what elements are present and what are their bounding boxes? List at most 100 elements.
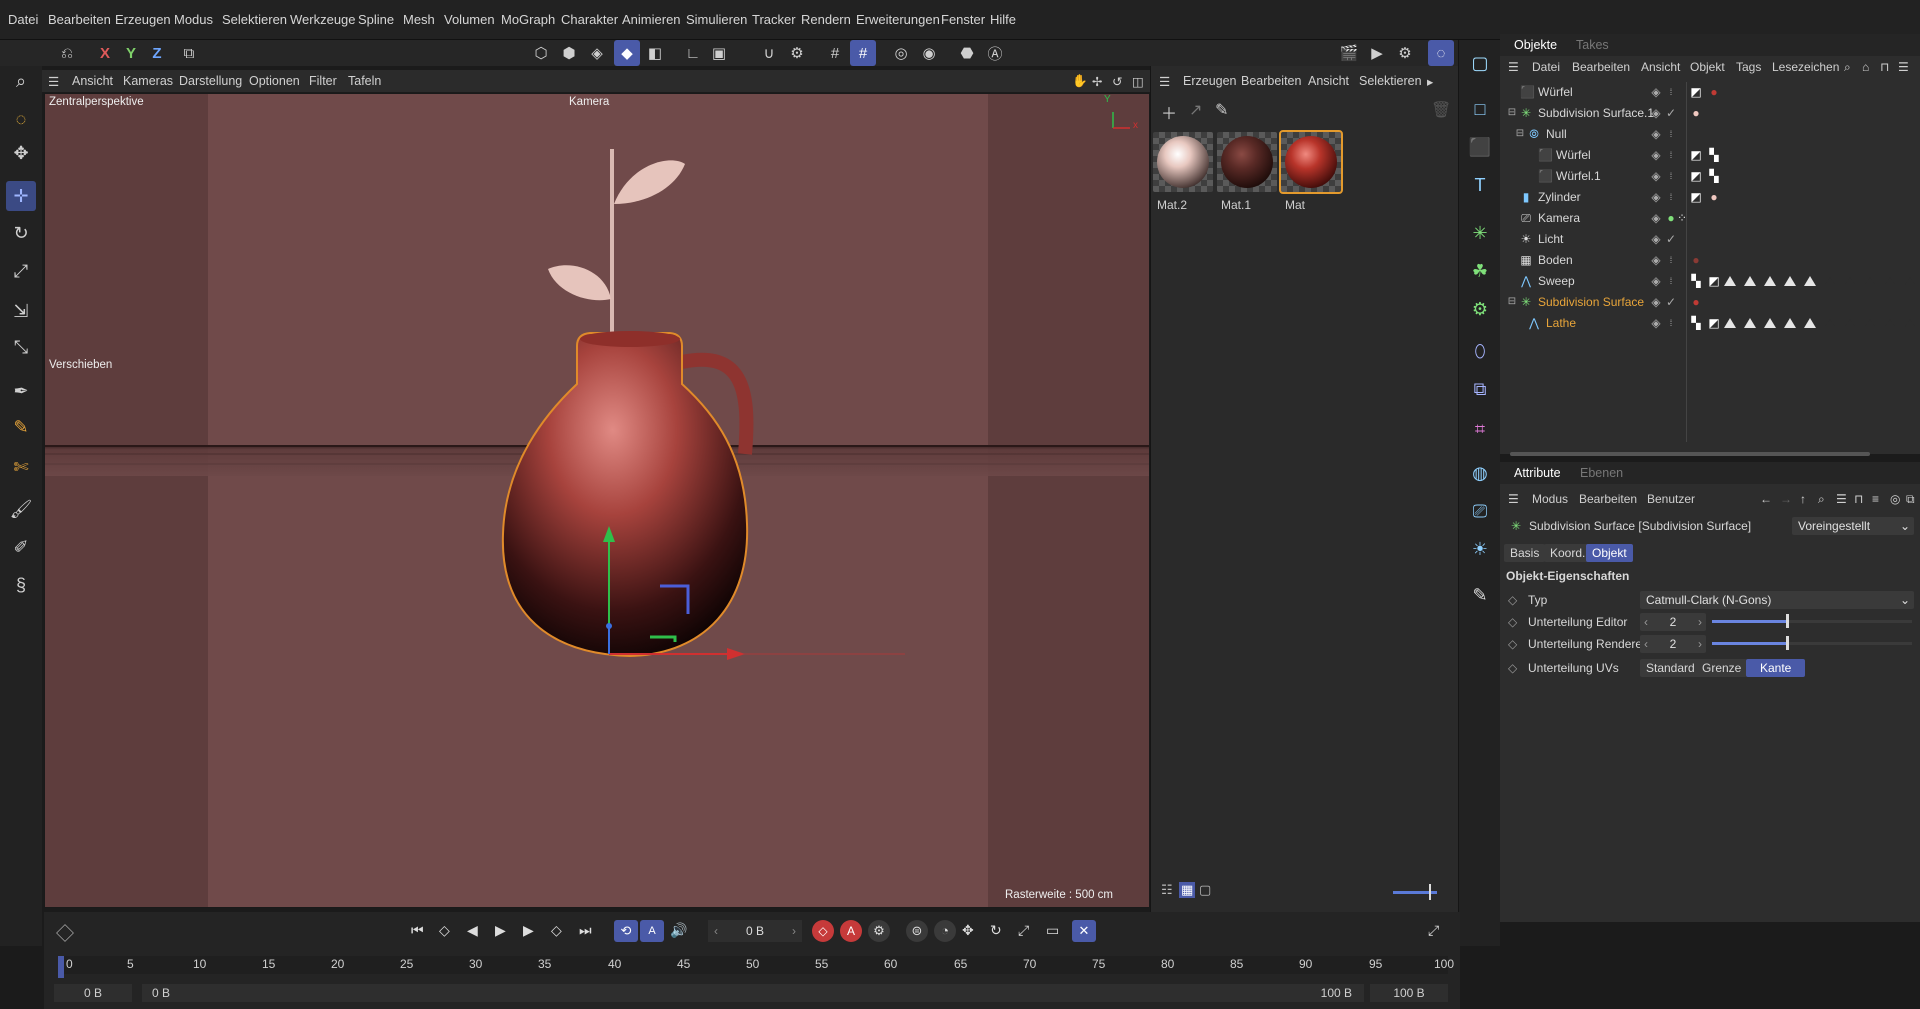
uvw-tag-icon[interactable]: ◩ xyxy=(1690,191,1702,203)
viewport-menu-tafeln[interactable]: Tafeln xyxy=(348,74,381,88)
menu-rendern[interactable]: Rendern xyxy=(801,12,851,27)
texture-tag-icon[interactable]: ▚ xyxy=(1708,170,1720,182)
uv-option-standard[interactable]: Standard xyxy=(1640,659,1701,677)
lock-icon[interactable]: ⊓ xyxy=(1854,492,1863,506)
chevron-right-icon[interactable]: › xyxy=(792,920,796,942)
previous-frame-icon[interactable]: ◀ xyxy=(467,922,478,939)
symmetry-icon[interactable]: Ⓐ xyxy=(982,40,1008,66)
search-icon[interactable]: ⌕ xyxy=(1844,60,1851,75)
layer-icon[interactable]: ◈ xyxy=(1650,254,1662,266)
menu-mesh[interactable]: Mesh xyxy=(403,12,435,27)
play-icon[interactable]: ▶ xyxy=(495,922,506,939)
go-to-end-icon[interactable]: ⏭ xyxy=(579,922,592,939)
visibility-dots-icon[interactable]: ⁞ xyxy=(1665,86,1677,98)
object-row[interactable]: ⋀ Sweep ◈ ⁞ ▚ ◩ xyxy=(1500,271,1920,292)
add-material-icon[interactable]: ＋ xyxy=(1161,100,1177,124)
material-swatch[interactable] xyxy=(1153,132,1213,192)
lock-icon[interactable]: ⊓ xyxy=(1880,60,1889,74)
object-row[interactable]: ⬛ Würfel ◈ ⁞ ◩ ● xyxy=(1500,82,1920,103)
axis-mode-icon[interactable]: ∟ xyxy=(680,40,706,66)
timeline-window-icon[interactable]: ⤢ xyxy=(1428,922,1439,939)
visibility-dots-icon[interactable]: ⁞ xyxy=(1665,275,1677,287)
viewport-menu-kameras[interactable]: Kameras xyxy=(123,74,173,88)
cloner-icon[interactable]: ☘ xyxy=(1465,256,1495,286)
viewport-menu-optionen[interactable]: Optionen xyxy=(249,74,300,88)
menu-simulieren[interactable]: Simulieren xyxy=(686,12,747,27)
texture-tag-icon[interactable]: ▚ xyxy=(1690,275,1702,287)
menu-volumen[interactable]: Volumen xyxy=(444,12,495,27)
record-icon[interactable]: ◇ xyxy=(812,920,834,942)
render-view-icon[interactable]: 🎬 xyxy=(1336,40,1362,66)
range-start-field[interactable]: 0 B xyxy=(54,984,132,1002)
texture-mode-icon[interactable]: ▣ xyxy=(706,40,732,66)
field-icon[interactable]: ⌗ xyxy=(1465,414,1495,444)
phong-tag-icon[interactable] xyxy=(1904,276,1916,286)
previous-key-icon[interactable]: ◇ xyxy=(439,922,450,939)
attribute-menu-benutzer[interactable]: Benutzer xyxy=(1647,492,1695,506)
magnet-icon[interactable]: ∪ xyxy=(756,40,782,66)
point-level-animation-icon[interactable]: ✕ xyxy=(1072,920,1096,942)
tab-objekte[interactable]: Objekte xyxy=(1514,38,1557,52)
object-row[interactable]: ⎚ Kamera ◈ ● ⁘ xyxy=(1500,208,1920,229)
viewport-menu-darstellung[interactable]: Darstellung xyxy=(179,74,242,88)
viewport-solo-icon[interactable]: ⬣ xyxy=(954,40,980,66)
eyedropper-icon[interactable]: ✎ xyxy=(1215,100,1228,120)
phong-tag-icon[interactable] xyxy=(1724,276,1736,286)
phong-tag-icon[interactable] xyxy=(1904,318,1916,328)
toggle-panel-icon[interactable]: ◫ xyxy=(1132,74,1144,89)
subtab-koord[interactable]: Koord. xyxy=(1544,544,1592,562)
axis-x-toggle[interactable]: X xyxy=(92,40,118,66)
keyframe-diamond-icon[interactable]: ◇ xyxy=(1508,615,1517,629)
3d-viewport[interactable]: Zentralperspektive Kamera Y x Verschiebe… xyxy=(44,93,1150,908)
workplane-snap-icon[interactable]: # xyxy=(850,40,876,66)
sound-icon[interactable]: 🔊 xyxy=(670,922,687,939)
preset-dropdown[interactable]: Voreingestellt ⌄ xyxy=(1792,517,1914,535)
grid-snap-icon[interactable]: # xyxy=(822,40,848,66)
spline-pen-icon[interactable]: ✒ xyxy=(6,376,36,406)
material-tag-icon[interactable]: ● xyxy=(1690,296,1702,308)
typ-dropdown[interactable]: Catmull-Clark (N-Gons) ⌄ xyxy=(1640,591,1914,609)
visibility-dots-icon[interactable]: ⁞ xyxy=(1665,170,1677,182)
material-menu-erzeugen[interactable]: Erzeugen xyxy=(1183,74,1237,88)
texture-tag-icon[interactable]: ▚ xyxy=(1708,149,1720,161)
menu-fenster[interactable]: Fenster xyxy=(941,12,985,27)
position-key-icon[interactable]: ✥ xyxy=(962,922,974,939)
uv-option-kante[interactable]: Kante xyxy=(1746,659,1806,677)
delete-material-icon[interactable]: 🗑 xyxy=(1431,100,1451,120)
renderer-stepper[interactable]: ‹ 2 › xyxy=(1640,635,1706,653)
attribute-menu-modus[interactable]: Modus xyxy=(1532,492,1568,506)
brush-tool-icon[interactable]: 🖌 xyxy=(6,494,36,524)
view-icon[interactable]: ▢ xyxy=(1465,48,1495,78)
target-tag-icon[interactable]: ⁘ xyxy=(1676,212,1688,224)
coordinate-system-icon[interactable]: ⧉ xyxy=(176,40,202,66)
uvw-tag-icon[interactable]: ◩ xyxy=(1690,86,1702,98)
phong-tag-icon[interactable] xyxy=(1864,318,1876,328)
key-settings-icon[interactable]: ⚙ xyxy=(868,920,890,942)
menu-selektieren[interactable]: Selektieren xyxy=(222,12,287,27)
object-row[interactable]: ⊟ ✳ Subdivision Surface.1 ◈ ✓ ● xyxy=(1500,103,1920,124)
keyframe-diamond-icon[interactable]: ◇ xyxy=(1508,637,1517,651)
menu-spline[interactable]: Spline xyxy=(358,12,394,27)
filter-icon[interactable]: ☰ xyxy=(1898,60,1909,74)
scale-axis-icon[interactable]: ⤡ xyxy=(6,332,36,362)
camera-object-icon[interactable]: ⎚ xyxy=(1465,496,1495,526)
chevron-left-icon[interactable]: ‹ xyxy=(1644,613,1648,631)
phong-tag-icon[interactable] xyxy=(1764,318,1776,328)
subtab-objekt[interactable]: Objekt xyxy=(1586,544,1633,562)
loop-icon[interactable]: ⟲ xyxy=(614,920,638,942)
object-row[interactable]: ▮ Zylinder ◈ ⁞ ◩ ● xyxy=(1500,187,1920,208)
parameter-key-icon[interactable]: ▭ xyxy=(1046,922,1059,939)
object-row[interactable]: ☀ Licht ◈ ✓ xyxy=(1500,229,1920,250)
menu-modus[interactable]: Modus xyxy=(174,12,213,27)
menu-animieren[interactable]: Animieren xyxy=(622,12,681,27)
phong-tag-icon[interactable] xyxy=(1824,276,1836,286)
range-end-field[interactable]: 100 B xyxy=(1370,984,1448,1002)
object-row[interactable]: ⊟ ⦾ Null ◈ ⁞ xyxy=(1500,124,1920,145)
material-swatch[interactable] xyxy=(1217,132,1277,192)
knife-tool-icon[interactable]: ✄ xyxy=(6,452,36,482)
new-window-icon[interactable]: ⧉ xyxy=(1906,492,1915,507)
keyframe-diamond-icon[interactable]: ◇ xyxy=(1508,661,1517,675)
object-row[interactable]: ▦ Boden ◈ ⁞ ● xyxy=(1500,250,1920,271)
object-row-selected[interactable]: ⊟ ✳ Subdivision Surface ◈ ✓ ● xyxy=(1500,292,1920,313)
object-menu-bearbeiten[interactable]: Bearbeiten xyxy=(1572,60,1630,74)
